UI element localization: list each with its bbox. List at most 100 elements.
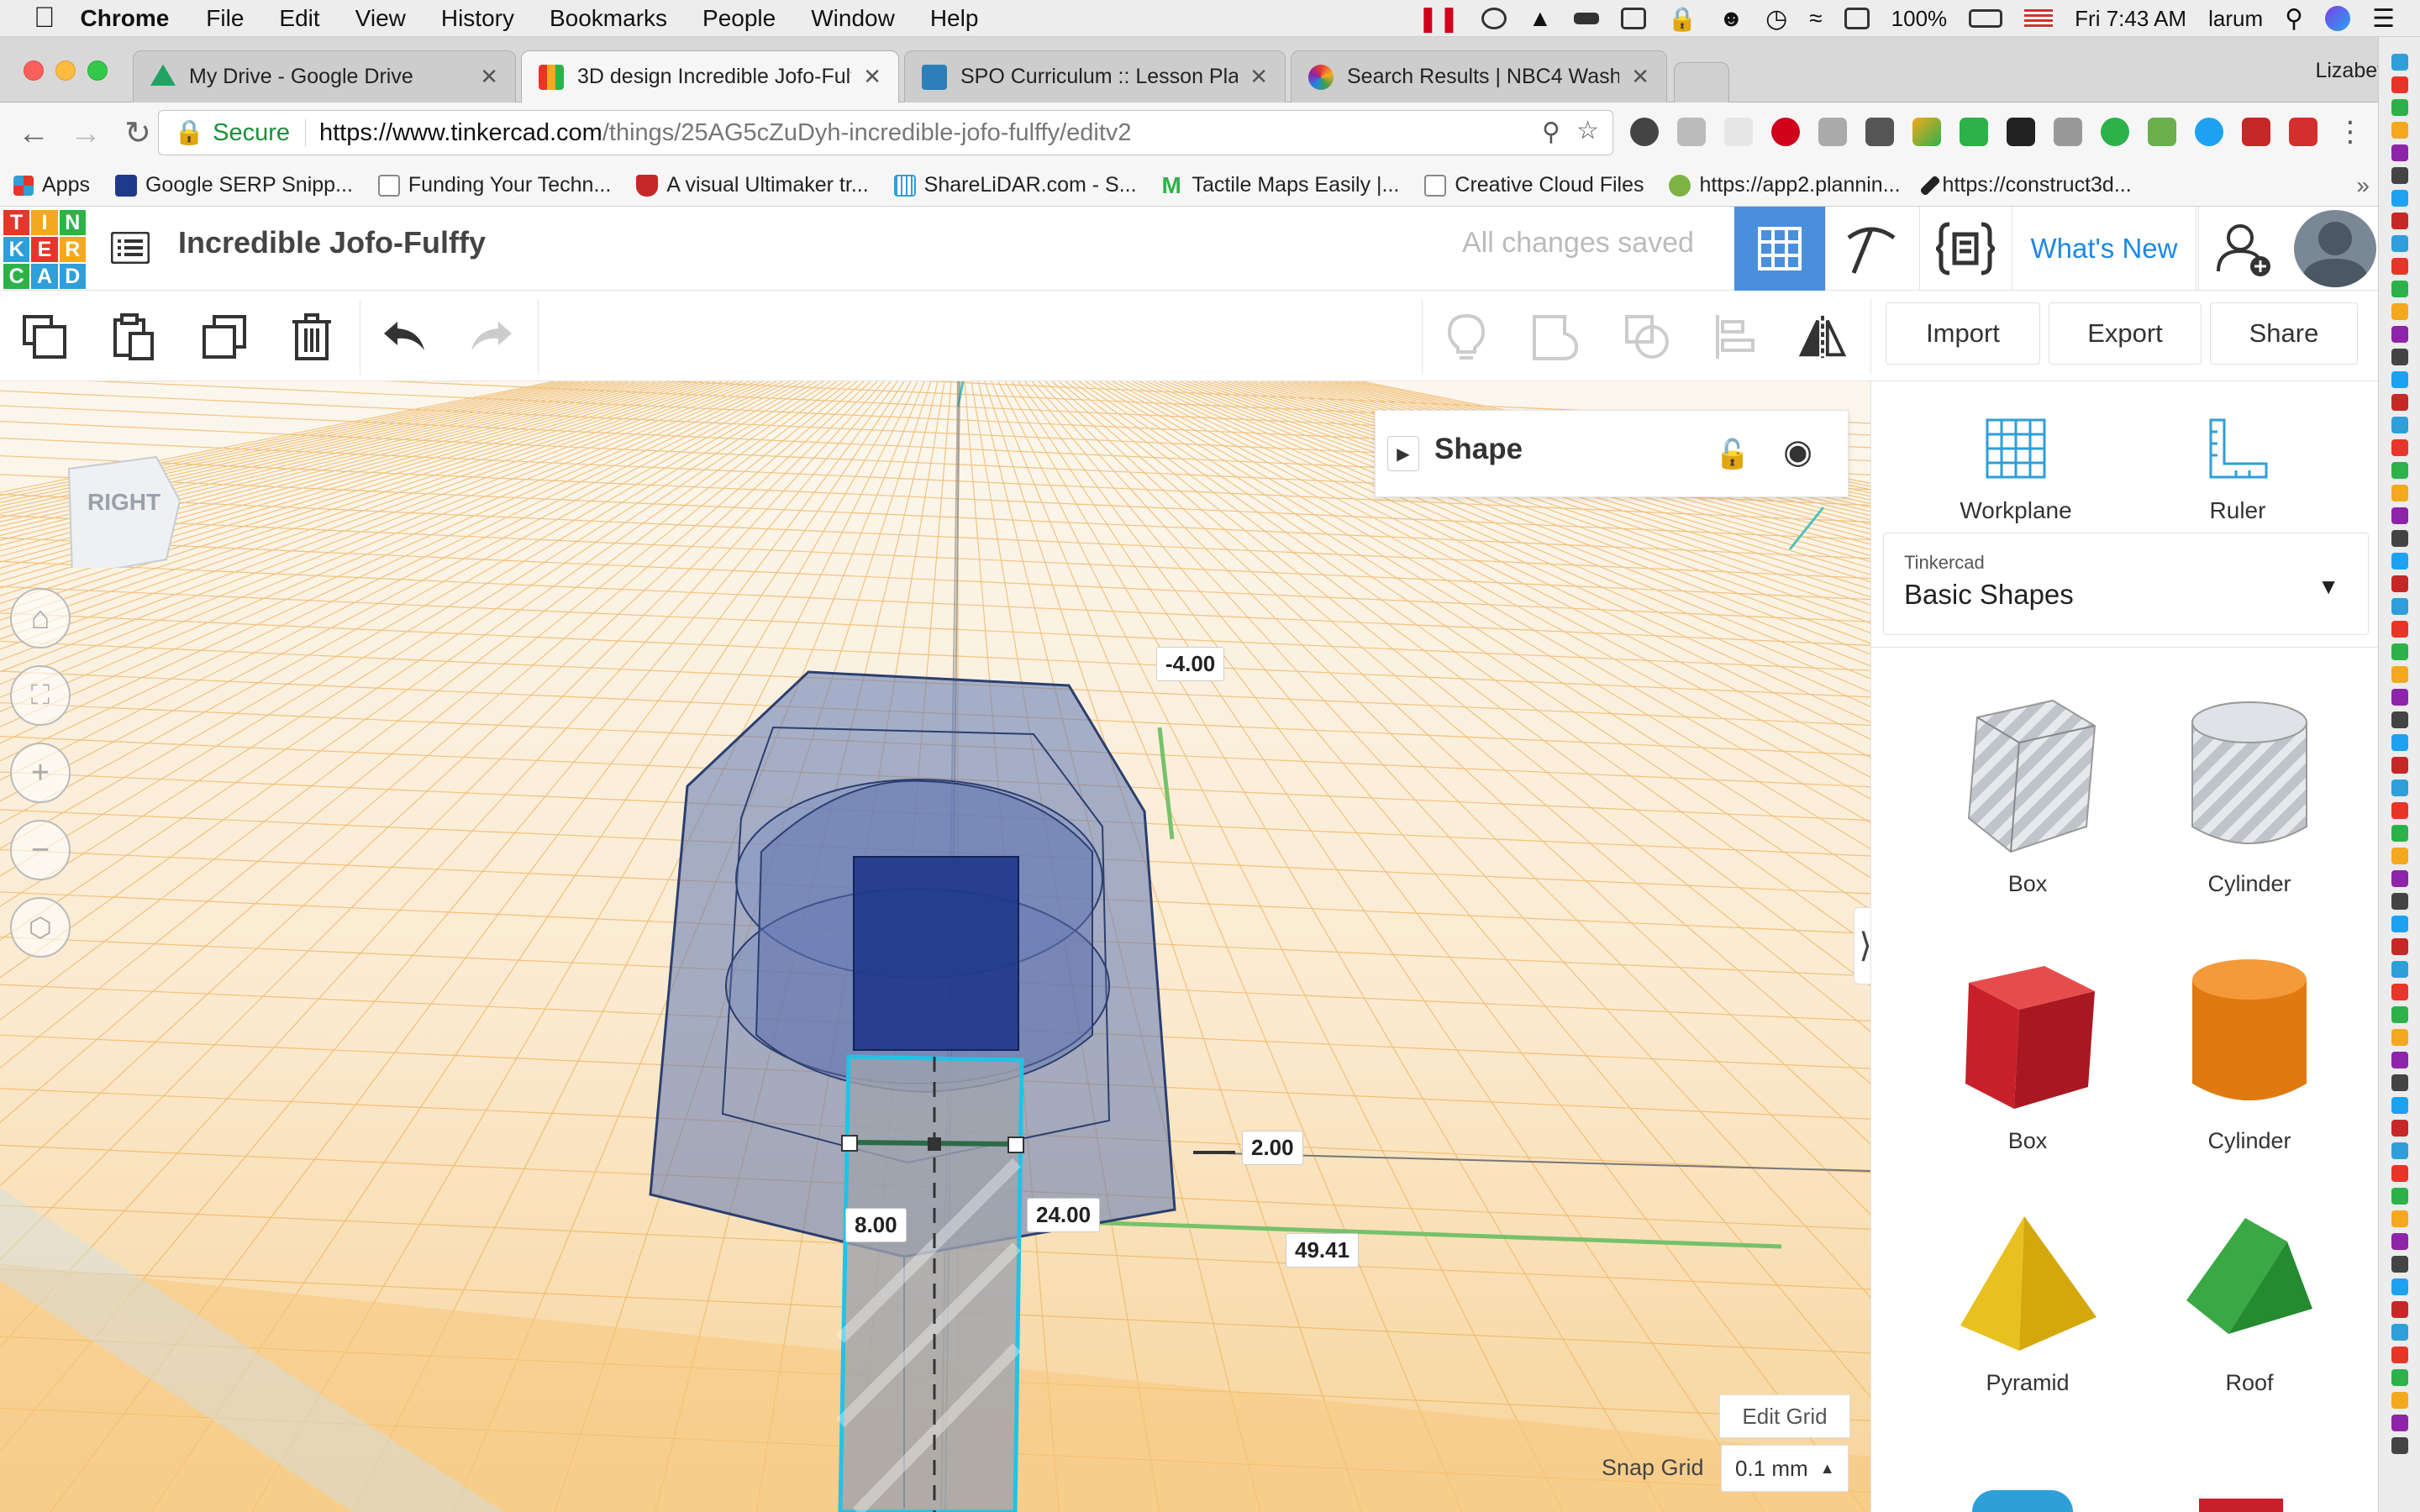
side-app-icon[interactable]	[2391, 984, 2408, 1000]
side-app-icon[interactable]	[2391, 1052, 2408, 1068]
side-app-icon[interactable]	[2391, 1097, 2408, 1114]
side-app-icon[interactable]	[2391, 462, 2408, 479]
side-app-icon[interactable]	[2391, 326, 2408, 343]
siri-icon[interactable]	[2325, 6, 2351, 31]
clock[interactable]: Fri 7:43 AM	[2075, 6, 2186, 32]
side-app-icon[interactable]	[2391, 1369, 2408, 1386]
tab-tinkercad[interactable]: 3D design Incredible Jofo-Fulf ✕	[521, 50, 899, 102]
forward-icon[interactable]: →	[67, 115, 104, 152]
import-button[interactable]: Import	[1886, 302, 2040, 365]
side-app-icon[interactable]	[2391, 144, 2408, 161]
zoom-in-button[interactable]: +	[10, 743, 71, 803]
side-app-icon[interactable]	[2391, 235, 2408, 252]
side-app-icon[interactable]	[2391, 371, 2408, 388]
paste-button[interactable]	[109, 312, 158, 361]
reload-icon[interactable]: ↻	[119, 115, 156, 152]
evernote-ext-icon[interactable]	[1630, 118, 1659, 146]
minimize-window-icon[interactable]	[55, 60, 76, 81]
amazon-ext-icon[interactable]	[2007, 118, 2035, 146]
shape-cylinder-hole[interactable]: Cylinder	[2149, 692, 2350, 897]
side-app-icon[interactable]	[2391, 1392, 2408, 1409]
back-icon[interactable]: ←	[15, 115, 52, 152]
ext-gray-icon[interactable]	[1677, 118, 1706, 146]
avatar[interactable]	[2294, 210, 2376, 287]
side-app-icon[interactable]	[2391, 1165, 2408, 1182]
drive-icon[interactable]: ▲	[1528, 5, 1552, 32]
shape-box-hole[interactable]: Box	[1927, 692, 2128, 897]
design-title[interactable]: Incredible Jofo-Fulffy	[178, 225, 486, 260]
workplane-grid[interactable]	[0, 381, 1870, 1512]
side-app-icon[interactable]	[2391, 485, 2408, 501]
new-tab-button[interactable]	[1674, 62, 1729, 102]
dimension-distance[interactable]: 49.41	[1286, 1233, 1360, 1268]
side-app-icon[interactable]	[2391, 870, 2408, 887]
side-app-icon[interactable]	[2391, 122, 2408, 139]
ortho-view-button[interactable]: ⬡	[10, 897, 71, 958]
side-app-icon[interactable]	[2391, 99, 2408, 116]
whats-new-button[interactable]: What's New	[2012, 207, 2196, 291]
menu-bookmarks[interactable]: Bookmarks	[550, 5, 667, 32]
side-app-icon[interactable]	[2391, 281, 2408, 297]
flash-ext-icon[interactable]	[2242, 118, 2270, 146]
undo-button[interactable]	[380, 312, 429, 361]
airplay-icon[interactable]	[1844, 8, 1870, 29]
ext-arrow-icon[interactable]	[2148, 118, 2176, 146]
shape-library-select[interactable]: Tinkercad Basic Shapes ▼	[1883, 533, 2369, 635]
design-list-icon[interactable]	[111, 232, 150, 264]
side-app-icon[interactable]	[2391, 598, 2408, 615]
side-app-icon[interactable]	[2391, 1029, 2408, 1046]
shape-box[interactable]: Box	[1927, 949, 2128, 1154]
bookmark-tactile-maps[interactable]: M Tactile Maps Easily |...	[1162, 173, 1400, 197]
pinterest-ext-icon[interactable]	[1771, 118, 1800, 146]
menu-app-name[interactable]: Chrome	[81, 5, 170, 32]
side-app-icon[interactable]	[2391, 689, 2408, 706]
home-view-button[interactable]: ⌂	[10, 588, 71, 648]
unlock-icon[interactable]: 🔓	[1715, 438, 1750, 471]
twitter-ext-icon[interactable]	[2195, 118, 2223, 146]
ext-color-icon[interactable]	[1912, 118, 1941, 146]
menu-window[interactable]: Window	[811, 5, 895, 32]
camera-ext-icon[interactable]	[2054, 118, 2082, 146]
menu-history[interactable]: History	[441, 5, 514, 32]
side-app-icon[interactable]	[2391, 802, 2408, 819]
fit-view-button[interactable]: ⛶	[10, 665, 71, 726]
close-tab-icon[interactable]: ✕	[480, 64, 498, 90]
side-app-icon[interactable]	[2391, 711, 2408, 728]
bookmark-sharelidar[interactable]: ShareLiDAR.com - S...	[893, 173, 1137, 197]
bookmark-funding[interactable]: Funding Your Techn...	[377, 173, 611, 197]
ext-disabled-icon[interactable]	[1724, 118, 1753, 146]
close-tab-icon[interactable]: ✕	[1631, 64, 1649, 90]
dimension-height-offset[interactable]: -4.00	[1156, 647, 1225, 681]
side-app-icon[interactable]	[2391, 213, 2408, 229]
side-app-icon[interactable]	[2391, 76, 2408, 93]
snap-grid-select[interactable]: 0.1 mm ▲	[1721, 1445, 1849, 1492]
side-app-icon[interactable]	[2391, 825, 2408, 842]
side-app-icon[interactable]	[2391, 1415, 2408, 1431]
spotlight-icon[interactable]: ⚲	[2285, 4, 2303, 34]
3d-workspace[interactable]: RIGHT ⌂ ⛶ + − ⬡ ▶ Shape 🔓 ◉ -4.00 2.00 8…	[0, 381, 1870, 1512]
shape-inspector[interactable]: ▶ Shape 🔓 ◉	[1375, 410, 1849, 497]
side-app-icon[interactable]	[2391, 1142, 2408, 1159]
side-app-icon[interactable]	[2391, 1347, 2408, 1363]
tinkercad-logo[interactable]: T I N K E R C A D	[3, 210, 86, 289]
delete-button[interactable]	[287, 312, 336, 361]
bookmark-creative-cloud[interactable]: Creative Cloud Files	[1424, 173, 1644, 197]
side-app-icon[interactable]	[2391, 1120, 2408, 1137]
dimension-depth[interactable]: 24.00	[1027, 1198, 1101, 1232]
notification-center-icon[interactable]: ☰	[2372, 4, 2395, 34]
side-app-icon[interactable]	[2391, 1210, 2408, 1227]
bookmark-star-icon[interactable]: ☆	[1576, 116, 1599, 145]
shape-cylinder[interactable]: Cylinder	[2149, 949, 2350, 1154]
side-app-icon[interactable]	[2391, 1233, 2408, 1250]
ext-doc-icon[interactable]	[1818, 118, 1847, 146]
share-button[interactable]: Share	[2210, 302, 2358, 365]
flag-icon[interactable]	[2024, 9, 2054, 28]
side-app-icon[interactable]	[2391, 394, 2408, 411]
bookmark-planning[interactable]: https://app2.plannin...	[1669, 173, 1901, 197]
shape-partial-sphere[interactable]	[1972, 1490, 2073, 1512]
battery-icon[interactable]	[1969, 9, 2003, 28]
side-app-icon[interactable]	[2391, 1301, 2408, 1318]
side-app-icon[interactable]	[2391, 1256, 2408, 1273]
bookmark-construct3d[interactable]: https://construct3d...	[1918, 173, 2132, 197]
apple-icon[interactable]: 	[34, 2, 55, 34]
